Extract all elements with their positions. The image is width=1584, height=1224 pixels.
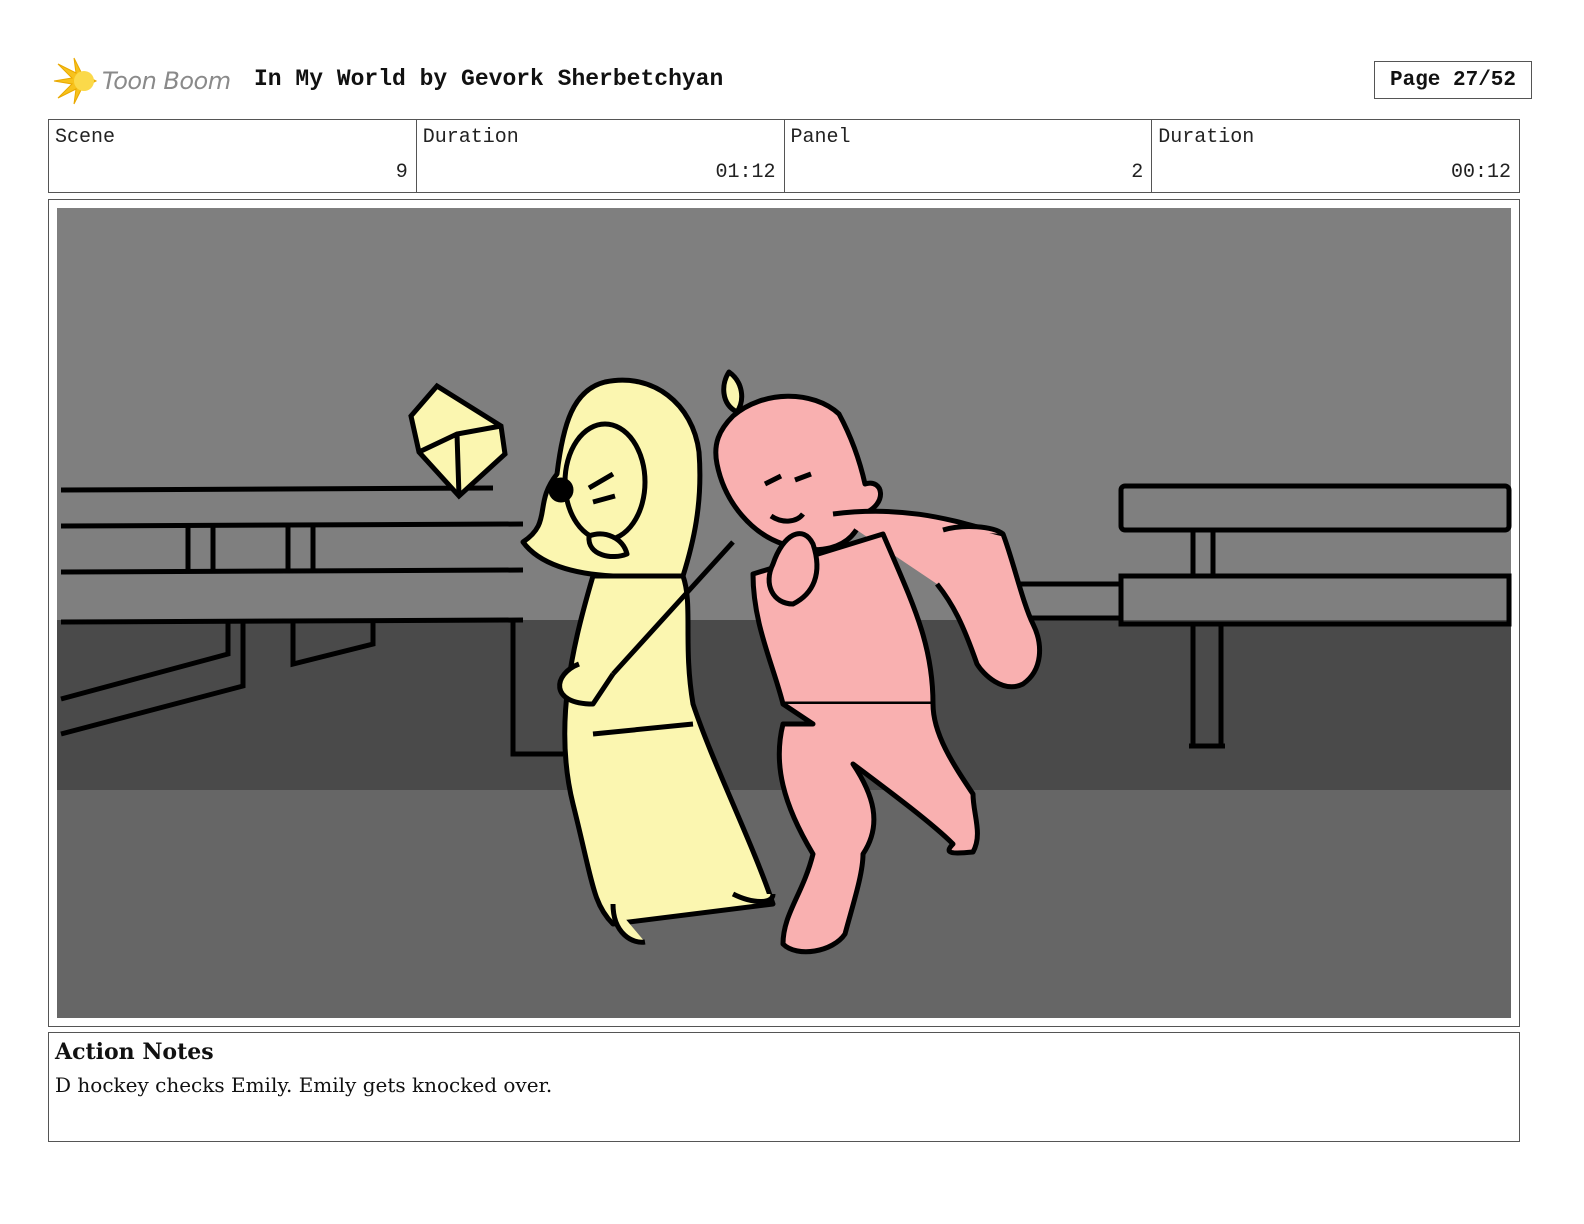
action-notes: Action Notes D hockey checks Emily. Emil…	[48, 1032, 1520, 1142]
scene-value: 9	[395, 161, 408, 184]
page-number: Page 27/52	[1374, 61, 1532, 99]
scene-duration-cell: Duration 01:12	[417, 120, 785, 192]
starburst-icon	[53, 57, 98, 105]
scene-cell: Scene 9	[49, 120, 417, 192]
panel-duration-value: 00:12	[1450, 161, 1511, 184]
scene-label: Scene	[55, 126, 116, 149]
panel-duration-cell: Duration 00:12	[1152, 120, 1519, 192]
action-notes-text: D hockey checks Emily. Emily gets knocke…	[55, 1073, 553, 1097]
action-notes-title: Action Notes	[55, 1039, 214, 1065]
panel-cell: Panel 2	[785, 120, 1153, 192]
scene-duration-value: 01:12	[715, 161, 776, 184]
panel-value: 2	[1131, 161, 1144, 184]
toon-boom-logo: Toon Boom	[52, 56, 242, 106]
storyboard-panel	[48, 199, 1520, 1027]
storyboard-header: Toon Boom In My World by Gevork Sherbetc…	[52, 56, 1532, 106]
floor-near	[57, 790, 1511, 1018]
logo-text: Toon Boom	[102, 67, 231, 95]
panel-label: Panel	[790, 126, 851, 149]
panel-duration-label: Duration	[1158, 126, 1255, 149]
panel-drawing	[57, 208, 1512, 1018]
scene-info-table: Scene 9 Duration 01:12 Panel 2 Duration …	[48, 119, 1520, 193]
page-title: In My World by Gevork Sherbetchyan	[254, 66, 724, 92]
scene-duration-label: Duration	[422, 126, 519, 149]
